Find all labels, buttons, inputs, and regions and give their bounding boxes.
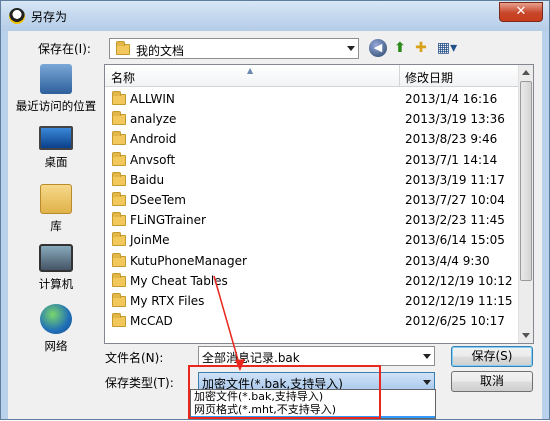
file-date: 2013/2/23 11:45 <box>405 213 505 228</box>
place-desktop[interactable]: 桌面 <box>12 126 100 170</box>
filetype-label: 保存类型(T): <box>105 376 174 390</box>
folder-icon <box>112 212 126 227</box>
column-name-header[interactable]: 名称 <box>111 69 135 86</box>
file-date: 2013/3/19 13:36 <box>405 112 505 127</box>
list-item[interactable]: Baidu 2013/3/19 11:17 <box>105 170 520 190</box>
list-item[interactable]: My RTX Files 2012/12/19 11:15 <box>105 291 520 311</box>
file-name: ALLWIN <box>130 92 175 106</box>
qq-app-icon <box>9 8 25 24</box>
place-computer[interactable]: 计算机 <box>12 244 100 292</box>
new-folder-icon[interactable]: ✚ <box>412 39 430 57</box>
folder-icon <box>112 111 126 126</box>
filename-label: 文件名(N): <box>105 351 164 365</box>
folder-icon <box>112 91 126 105</box>
filename-value: 全部消息记录.bak <box>202 351 300 365</box>
scroll-up-icon[interactable] <box>522 70 530 75</box>
file-rows: ALLWIN 2013/1/4 16:16 analyze 2013/3/19 13:… <box>105 89 520 331</box>
file-name: Android <box>130 132 177 147</box>
place-label: 最近访问的位置 <box>15 99 97 113</box>
list-item[interactable]: analyze 2013/3/19 13:36 <box>105 109 520 129</box>
filename-field[interactable]: 全部消息记录.bak <box>198 346 435 366</box>
file-date: 2013/6/14 15:05 <box>405 233 505 248</box>
window-title: 另存为 <box>31 10 68 24</box>
file-name: My Cheat Tables <box>130 273 228 288</box>
file-date: 2013/8/23 9:46 <box>405 132 498 147</box>
file-name: KutuPhoneManager <box>130 253 247 268</box>
file-name: Baidu <box>130 172 165 187</box>
desktop-icon <box>39 126 73 150</box>
scroll-thumb[interactable] <box>520 81 532 281</box>
list-item[interactable]: KutuPhoneManager 2013/4/4 9:30 <box>105 251 520 271</box>
close-button[interactable]: ✕ <box>499 2 543 22</box>
chevron-down-icon[interactable] <box>423 354 431 359</box>
dialog-body: 保存在(I): 我的文档 ◀ ⬆ ✚ ▦▾ 最近访问的位置 桌面 库 计算机 网… <box>8 31 542 419</box>
file-date: 2013/7/1 14:14 <box>405 152 498 167</box>
save-in-value: 我的文档 <box>136 44 185 58</box>
file-date: 2013/7/27 10:04 <box>405 192 505 207</box>
file-name: McCAD <box>130 314 173 329</box>
chevron-down-icon[interactable] <box>347 46 355 51</box>
folder-icon <box>112 151 126 166</box>
back-arrow-icon[interactable]: ◀ <box>369 39 387 57</box>
save-as-dialog: 另存为 ✕ 保存在(I): 我的文档 ◀ ⬆ ✚ ▦▾ 最近访问的位置 桌面 库 <box>0 0 550 420</box>
list-item[interactable]: Anvsoft 2013/7/1 14:14 <box>105 150 520 170</box>
file-name: My RTX Files <box>130 293 205 308</box>
file-date: 2013/3/19 11:17 <box>405 172 505 187</box>
folder-icon <box>112 313 126 328</box>
vertical-scrollbar[interactable] <box>518 65 533 343</box>
place-recent[interactable]: 最近访问的位置 <box>12 64 100 114</box>
library-icon <box>40 184 72 214</box>
place-network[interactable]: 网络 <box>12 304 100 354</box>
file-name: Anvsoft <box>130 152 176 167</box>
view-menu-icon[interactable]: ▦▾ <box>432 39 462 57</box>
file-name: DSeeTem <box>130 192 186 207</box>
file-date: 2012/6/25 10:17 <box>405 314 505 329</box>
folder-icon <box>112 292 126 307</box>
place-label: 网络 <box>44 339 68 353</box>
file-name: JoinMe <box>130 233 170 248</box>
folder-icon <box>112 171 126 186</box>
file-date: 2012/12/19 10:12 <box>405 273 513 288</box>
list-item[interactable]: DSeeTem 2013/7/27 10:04 <box>105 190 520 210</box>
scroll-down-icon[interactable] <box>522 333 530 338</box>
recent-places-icon <box>40 64 72 94</box>
computer-icon <box>39 244 73 272</box>
chevron-down-icon[interactable] <box>423 380 431 385</box>
list-item[interactable]: My Cheat Tables 2012/12/19 10:12 <box>105 271 520 291</box>
file-name: analyze <box>130 112 177 127</box>
place-library[interactable]: 库 <box>12 184 100 234</box>
cancel-button[interactable]: 取消 <box>451 371 533 392</box>
save-in-label: 保存在(I): <box>38 42 91 56</box>
places-bar: 最近访问的位置 桌面 库 计算机 网络 <box>12 64 100 374</box>
list-item[interactable]: FLiNGTrainer 2013/2/23 11:45 <box>105 210 520 230</box>
title-bar: 另存为 ✕ <box>1 1 549 31</box>
folder-icon <box>112 252 126 267</box>
list-item[interactable]: McCAD 2012/6/25 10:17 <box>105 311 520 331</box>
column-header: 名称 ▲ 修改日期 <box>105 65 520 87</box>
list-item[interactable]: JoinMe 2013/6/14 15:05 <box>105 230 520 250</box>
file-date: 2012/12/19 11:15 <box>405 293 513 308</box>
file-date: 2013/4/4 9:30 <box>405 253 490 268</box>
file-list[interactable]: 名称 ▲ 修改日期 ALLWIN 2013/1/4 16:16 analyze 201… <box>104 64 534 344</box>
file-date: 2013/1/4 16:16 <box>405 92 498 106</box>
column-divider[interactable] <box>399 65 400 87</box>
list-item[interactable]: Android 2013/8/23 9:46 <box>105 129 520 149</box>
network-icon <box>40 304 72 334</box>
place-label: 计算机 <box>38 277 74 291</box>
folder-icon <box>112 232 126 247</box>
file-name: FLiNGTrainer <box>130 213 206 228</box>
column-date-header[interactable]: 修改日期 <box>405 69 453 86</box>
save-button[interactable]: 保存(S) <box>451 346 533 367</box>
folder-icon <box>112 131 126 146</box>
folder-icon <box>112 191 126 206</box>
save-in-combobox[interactable]: 我的文档 <box>109 38 359 59</box>
place-label: 桌面 <box>44 155 68 169</box>
folder-icon <box>112 272 126 287</box>
folder-icon <box>116 41 130 55</box>
place-label: 库 <box>50 219 62 233</box>
annotation-highlight-box <box>188 365 381 419</box>
up-folder-icon[interactable]: ⬆ <box>391 39 409 57</box>
sort-ascending-icon: ▲ <box>247 66 254 75</box>
list-item[interactable]: ALLWIN 2013/1/4 16:16 <box>105 89 520 109</box>
